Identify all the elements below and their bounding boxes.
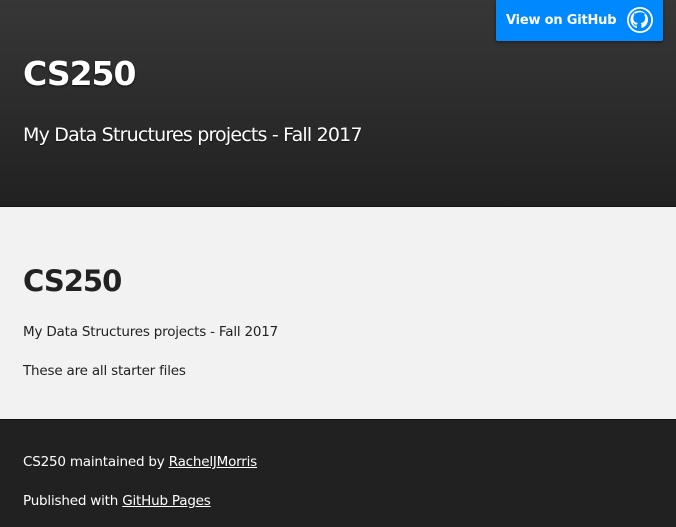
content-paragraph: These are all starter files — [23, 363, 186, 379]
maintainer-link[interactable]: RachelJMorris — [169, 454, 258, 470]
github-octocat-icon — [627, 7, 653, 33]
main-content: CS250 My Data Structures projects - Fall… — [0, 207, 676, 419]
maintained-by-line: CS250 maintained by RachelJMorris — [23, 454, 257, 470]
project-tagline: My Data Structures projects - Fall 2017 — [23, 124, 363, 146]
site-footer: CS250 maintained by RachelJMorris Publis… — [0, 419, 676, 527]
published-with-line: Published with GitHub Pages — [23, 493, 211, 509]
content-heading: CS250 — [23, 264, 122, 298]
published-with-text: Published with — [23, 493, 123, 509]
content-paragraph: My Data Structures projects - Fall 2017 — [23, 324, 279, 340]
view-on-github-label: View on GitHub — [506, 13, 617, 28]
site-header: CS250 My Data Structures projects - Fall… — [0, 0, 676, 207]
view-on-github-button[interactable]: View on GitHub — [496, 0, 663, 41]
maintained-by-text: CS250 maintained by — [23, 454, 169, 470]
github-pages-link[interactable]: GitHub Pages — [122, 493, 211, 509]
project-title: CS250 — [23, 54, 136, 93]
